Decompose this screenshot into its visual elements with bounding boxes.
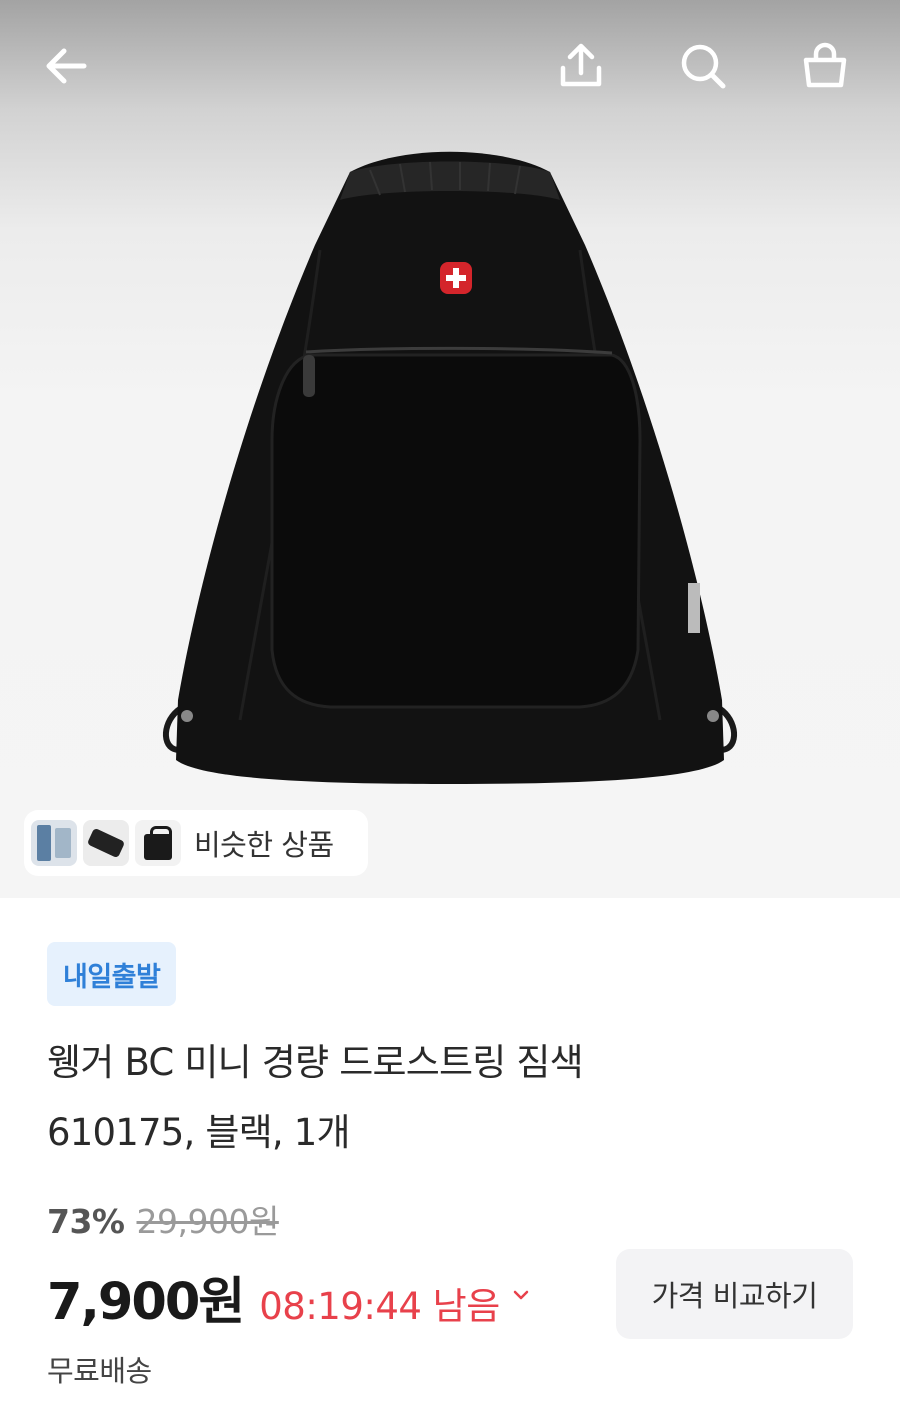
deal-timer[interactable]: 08:19:44 남음 — [259, 1276, 500, 1330]
similar-products-button[interactable]: 비슷한 상품 — [24, 810, 368, 876]
similar-products-label: 비슷한 상품 — [194, 828, 334, 862]
search-icon[interactable] — [673, 36, 733, 96]
similar-thumb-3 — [135, 820, 181, 866]
compare-price-button[interactable]: 가격 비교하기 — [616, 1249, 853, 1339]
product-title-line-1: 웽거 BC 미니 경량 드로스트링 짐색 — [47, 1041, 584, 1084]
back-arrow-icon[interactable] — [36, 36, 96, 96]
product-title-line-2: 610175, 블랙, 1개 — [47, 1111, 351, 1154]
discount-percent: 73% — [47, 1202, 125, 1241]
original-price: 29,900원 — [136, 1202, 280, 1241]
black-drawstring-bag-image — [162, 151, 738, 784]
delivery-badge: 내일출발 — [47, 942, 177, 1006]
chevron-down-icon[interactable] — [510, 1284, 532, 1310]
shopping-bag-icon[interactable] — [795, 36, 855, 96]
price-row: 7,900원 08:19:44 남음 — [47, 1260, 532, 1334]
sale-price: 7,900원 — [47, 1273, 245, 1332]
share-icon[interactable] — [551, 36, 611, 96]
discount-row: 73% 29,900원 — [47, 1195, 279, 1243]
shipping-info: 무료배송 — [47, 1354, 152, 1388]
similar-thumb-2 — [83, 820, 129, 866]
product-hero: 비슷한 상품 — [0, 0, 900, 898]
similar-thumb-1 — [31, 820, 77, 866]
product-title: 웽거 BC 미니 경량 드로스트링 짐색 610175, 블랙, 1개 — [47, 1028, 857, 1168]
